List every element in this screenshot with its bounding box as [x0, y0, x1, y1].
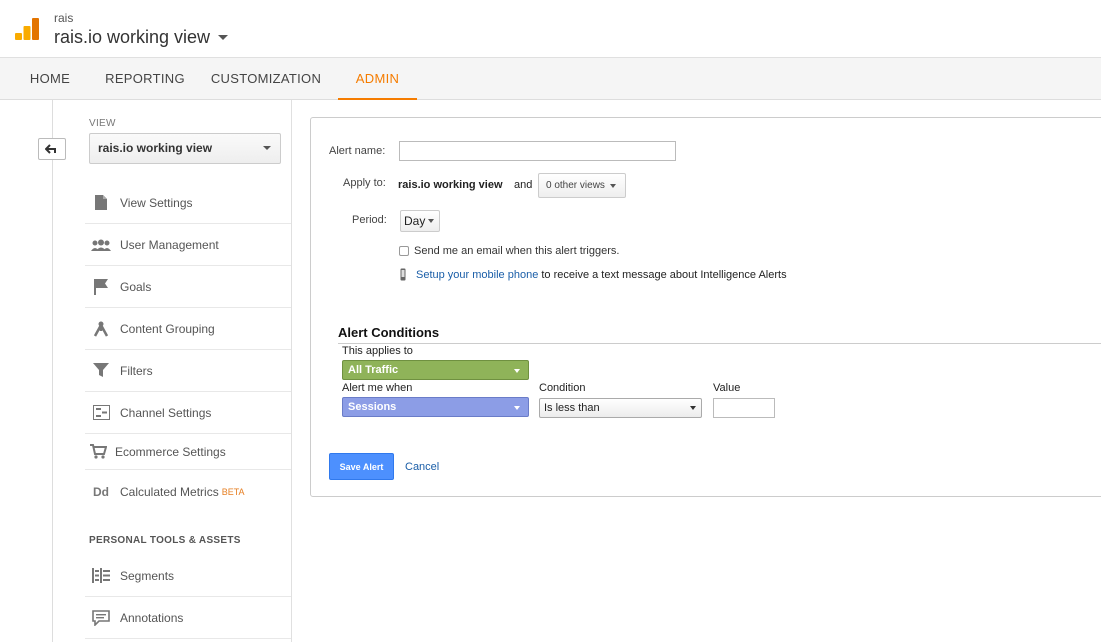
mobile-setup-text: to receive a text message about Intellig…	[541, 269, 787, 281]
chevron-down-icon	[514, 369, 520, 373]
period-dropdown[interactable]: Day	[400, 210, 440, 232]
property-name: rais.io working view	[54, 27, 211, 47]
back-button[interactable]	[38, 138, 66, 160]
alert-form-panel	[310, 117, 1101, 497]
dd-icon: Dd	[93, 485, 109, 499]
chevron-down-icon	[218, 35, 229, 40]
condition-dropdown[interactable]: Is less than	[539, 398, 702, 418]
chevron-down-icon	[514, 406, 520, 410]
apply-to-and: and	[514, 179, 533, 191]
mobile-setup-line: Setup your mobile phone to receive a tex…	[416, 269, 787, 281]
setup-mobile-link[interactable]: Setup your mobile phone	[416, 269, 538, 281]
document-icon	[91, 194, 111, 212]
sidebar-item-label: User Management	[120, 237, 219, 252]
alert-conditions-title: Alert Conditions	[338, 325, 440, 340]
view-selected-name: rais.io working view	[98, 141, 213, 155]
alert-when-label: Alert me when	[342, 382, 413, 394]
apply-to-label: Apply to:	[343, 177, 386, 189]
annotations-icon	[91, 609, 111, 627]
sidebar-item-label: Ecommerce Settings	[115, 444, 226, 459]
cancel-link[interactable]: Cancel	[405, 461, 439, 473]
sidebar-item-view-settings[interactable]: View Settings	[85, 182, 291, 224]
email-checkbox[interactable]	[399, 246, 409, 256]
beta-badge: BETA	[221, 487, 245, 497]
tab-reporting[interactable]: REPORTING	[102, 58, 188, 100]
apply-to-view: rais.io working view	[398, 179, 503, 191]
email-checkbox-label: Send me an email when this alert trigger…	[414, 245, 620, 257]
sidebar-item-segments[interactable]: Segments	[85, 555, 291, 597]
analytics-logo-icon[interactable]	[14, 16, 40, 42]
alert-name-input[interactable]	[399, 141, 676, 161]
tab-admin[interactable]: ADMIN	[338, 58, 417, 100]
sidebar-item-content-grouping[interactable]: Content Grouping	[85, 308, 291, 350]
value-input[interactable]	[713, 398, 775, 418]
other-views-value: 0 other views	[546, 180, 605, 191]
admin-sidebar: VIEW rais.io working view View Settings …	[0, 100, 292, 642]
period-label: Period:	[352, 214, 387, 226]
users-icon	[91, 236, 111, 254]
sidebar-item-annotations[interactable]: Annotations	[85, 597, 291, 639]
sidebar-item-label: Goals	[120, 279, 152, 294]
tab-home[interactable]: HOME	[22, 58, 78, 100]
grouping-icon	[91, 320, 111, 338]
account-name: rais	[54, 11, 74, 25]
section-heading: PERSONAL TOOLS & ASSETS	[89, 535, 241, 546]
channel-icon	[91, 404, 111, 422]
alert-name-label: Alert name:	[329, 145, 386, 157]
other-views-dropdown[interactable]: 0 other views	[538, 173, 626, 198]
app-header: rais rais.io working view	[0, 0, 1101, 58]
save-alert-button[interactable]: Save Alert	[329, 453, 394, 480]
cart-icon	[88, 443, 108, 461]
view-label: VIEW	[89, 118, 116, 129]
sidebar-item-label: Segments	[120, 568, 175, 583]
period-value: Day	[404, 214, 426, 228]
main-tabs: HOME REPORTING CUSTOMIZATION ADMIN	[0, 58, 1101, 100]
sidebar-item-label: Annotations	[120, 610, 184, 625]
metric-dropdown[interactable]: Sessions	[342, 397, 529, 417]
sidebar-item-label: Filters	[120, 363, 153, 378]
view-selector[interactable]: rais.io working view	[89, 133, 281, 164]
property-selector[interactable]: rais.io working view	[54, 27, 229, 48]
traffic-dropdown[interactable]: All Traffic	[342, 360, 529, 380]
mobile-phone-icon	[400, 268, 406, 281]
sidebar-item-label: View Settings	[120, 195, 193, 210]
sidebar-item-label: Channel Settings	[120, 405, 212, 420]
tab-customization[interactable]: CUSTOMIZATION	[208, 58, 324, 100]
sidebar-item-user-management[interactable]: User Management	[85, 224, 291, 266]
sidebar-item-goals[interactable]: Goals	[85, 266, 291, 308]
chevron-down-icon	[609, 183, 616, 188]
back-arrow-icon	[45, 144, 56, 154]
sidebar-item-calculated-metrics[interactable]: Dd Calculated Metrics BETA	[85, 472, 291, 512]
sidebar-divider	[52, 100, 53, 642]
sidebar-item-label: Content Grouping	[120, 321, 215, 336]
chevron-down-icon	[428, 219, 435, 223]
chevron-down-icon	[263, 146, 271, 150]
conditions-divider	[338, 343, 1101, 344]
condition-value: Is less than	[544, 402, 600, 414]
funnel-icon	[91, 362, 111, 380]
condition-label: Condition	[539, 382, 586, 394]
segments-icon	[91, 567, 111, 585]
applies-to-label: This applies to	[342, 345, 413, 357]
sidebar-item-ecommerce-settings[interactable]: Ecommerce Settings	[85, 434, 291, 470]
value-label: Value	[713, 382, 741, 394]
sidebar-item-channel-settings[interactable]: Channel Settings	[85, 392, 291, 434]
sidebar-item-filters[interactable]: Filters	[85, 350, 291, 392]
sidebar-item-label: Calculated Metrics	[120, 485, 219, 499]
flag-icon	[91, 278, 111, 296]
traffic-value: All Traffic	[348, 364, 399, 376]
metric-value: Sessions	[348, 401, 397, 413]
chevron-down-icon	[690, 406, 696, 410]
